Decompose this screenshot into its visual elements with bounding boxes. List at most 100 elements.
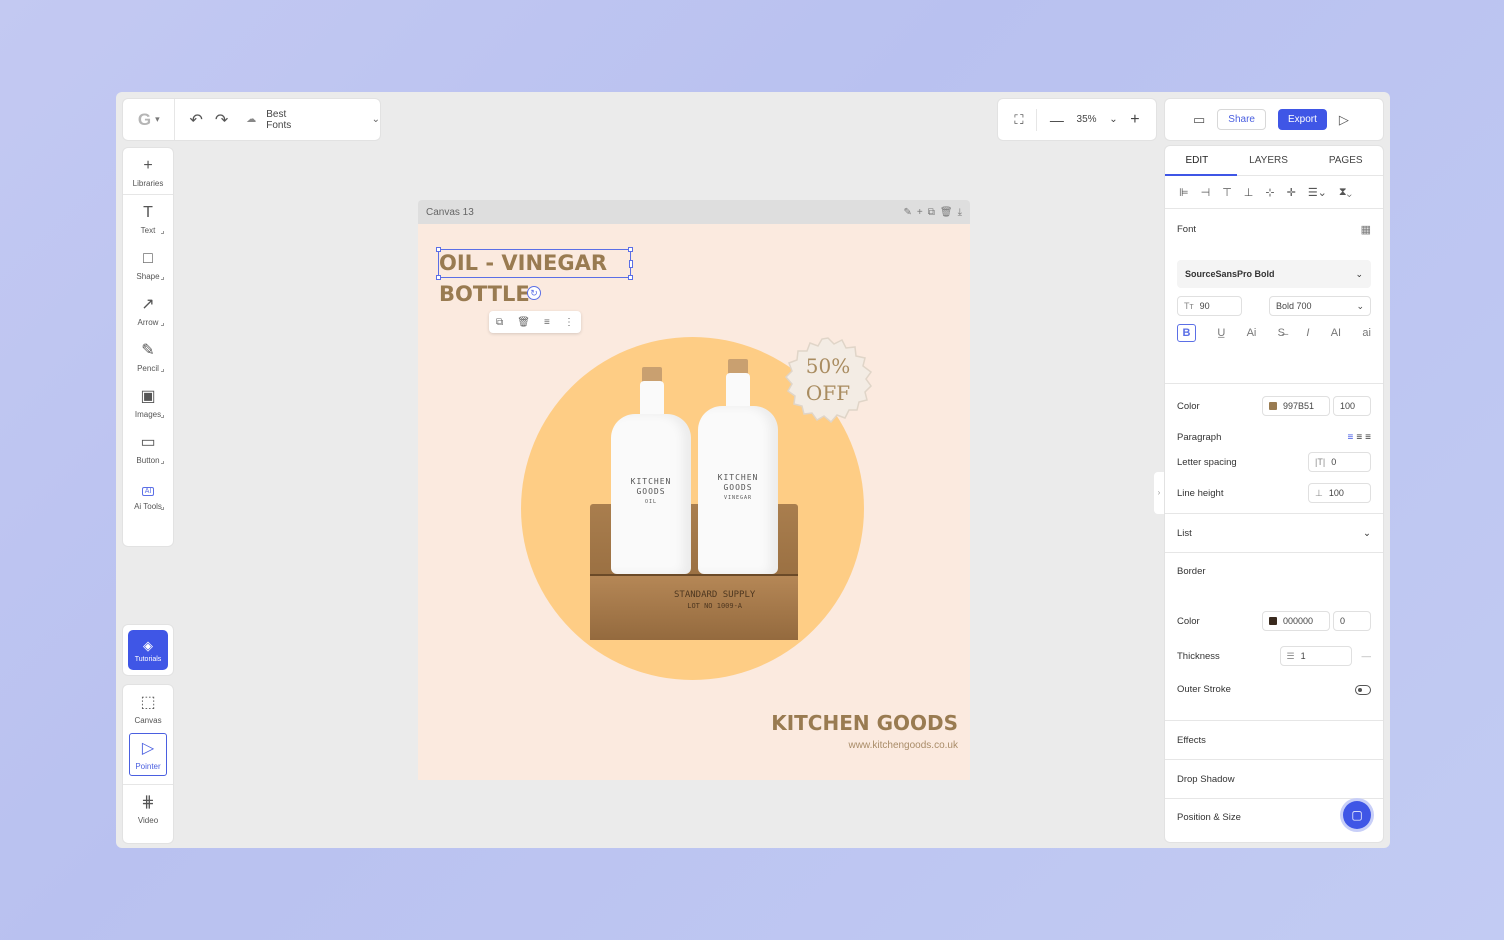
redo-icon[interactable]: ↷ xyxy=(215,110,228,130)
underline-icon[interactable]: U̲ xyxy=(1217,327,1225,339)
lowercase-icon[interactable]: ai xyxy=(1362,327,1371,339)
tool-pointer[interactable]: ▷ Pointer xyxy=(129,733,167,776)
duplicate-icon[interactable]: ⧉ xyxy=(928,207,935,218)
resize-handle[interactable] xyxy=(628,247,633,252)
font-family-select[interactable]: SourceSansPro Bold ⌄ xyxy=(1177,260,1371,288)
discount-badge[interactable]: 50% OFF xyxy=(782,336,874,428)
bold-icon[interactable]: B xyxy=(1177,324,1196,342)
font-weight-select[interactable]: Bold 700 ⌄ xyxy=(1269,296,1371,316)
tab-pages[interactable]: PAGES xyxy=(1329,155,1363,166)
drop-shadow-section[interactable]: Drop Shadow xyxy=(1165,760,1383,799)
tool-button[interactable]: ▭ Button xyxy=(123,425,173,471)
tool-ai[interactable]: AI Ai Tools xyxy=(123,471,173,517)
align-top-icon[interactable]: ⊤ xyxy=(1222,186,1232,199)
play-icon[interactable]: ▷ xyxy=(1339,112,1349,128)
color-opacity-input[interactable]: 100 xyxy=(1333,396,1371,416)
export-button[interactable]: Export xyxy=(1277,109,1327,130)
submenu-indicator xyxy=(161,231,164,234)
tool-text[interactable]: T Text xyxy=(123,195,173,241)
chat-icon[interactable]: ▢ xyxy=(1343,801,1371,829)
thickness-input[interactable]: ☰ 1 xyxy=(1279,646,1352,666)
border-color-swatch[interactable] xyxy=(1269,617,1277,625)
artboard[interactable]: OIL - VINEGAR BOTTLE ↻ 50% OFF STANDARD … xyxy=(418,224,970,780)
chevron-down-icon[interactable]: ⌄ xyxy=(1363,528,1371,539)
selection-box[interactable] xyxy=(436,247,633,280)
tool-libraries[interactable]: + Libraries xyxy=(123,148,173,195)
align-text-left-icon[interactable]: ≡ xyxy=(1347,432,1353,443)
chevron-down-icon[interactable]: ⌄ xyxy=(1109,114,1117,125)
capitalize-icon[interactable]: AI xyxy=(1331,327,1341,339)
tab-layers[interactable]: LAYERS xyxy=(1249,155,1288,166)
effects-section[interactable]: Effects xyxy=(1165,721,1383,760)
align-left-icon[interactable]: ⊫ xyxy=(1179,186,1189,199)
file-selector[interactable]: ☁ Best Fonts ⌄ xyxy=(246,109,380,131)
color-hex-input[interactable]: 997B51 xyxy=(1262,396,1330,416)
chevron-down-icon: ▾ xyxy=(155,114,160,124)
edit-icon[interactable]: ✎ xyxy=(904,207,912,218)
strikethrough-icon[interactable]: S̶ xyxy=(1278,327,1285,339)
collapse-panel-handle[interactable]: › xyxy=(1154,472,1164,514)
border-section: Border Color 000000 0 Thickness ☰ 1 — Ou… xyxy=(1165,553,1383,721)
color-swatch[interactable] xyxy=(1269,402,1277,410)
distribute-icon[interactable]: ☰⌄ xyxy=(1308,186,1327,199)
checker-icon[interactable]: ▦ xyxy=(1361,223,1371,236)
more-icon[interactable]: ⋮ xyxy=(564,317,574,328)
tutorials-button[interactable]: ◈ Tutorials xyxy=(128,630,168,670)
resize-handle[interactable] xyxy=(436,275,441,280)
font-size-input[interactable]: Tт 90 xyxy=(1177,296,1242,316)
comment-icon[interactable]: ▭ xyxy=(1193,112,1205,128)
align-text-center-icon[interactable]: ≡ xyxy=(1356,432,1362,443)
border-color-input[interactable]: 000000 xyxy=(1262,611,1330,631)
app-menu[interactable]: G ▾ xyxy=(123,99,176,140)
effects-label: Effects xyxy=(1177,734,1206,746)
align-icon[interactable]: ≡ xyxy=(544,317,550,328)
border-opacity-input[interactable]: 0 xyxy=(1333,611,1371,631)
align-bottom-icon[interactable]: ⊥ xyxy=(1244,186,1254,199)
resize-handle[interactable] xyxy=(629,260,633,268)
tool-shape[interactable]: □ Shape xyxy=(123,241,173,287)
crate-line-2: LOT NO 1009-A xyxy=(687,602,743,610)
line-height-input[interactable]: ⊥ 100 xyxy=(1308,483,1371,503)
undo-icon[interactable]: ↶ xyxy=(189,110,202,130)
tool-arrow[interactable]: ↗ Arrow xyxy=(123,287,173,333)
submenu-indicator xyxy=(161,507,164,510)
uppercase-icon[interactable]: Ai xyxy=(1247,327,1257,339)
resize-handle[interactable] xyxy=(628,275,633,280)
brand-url[interactable]: www.kitchengoods.co.uk xyxy=(848,740,958,751)
tab-edit[interactable]: EDIT xyxy=(1185,155,1208,166)
brand-text[interactable]: KITCHEN GOODS xyxy=(771,711,958,735)
position-size-section[interactable]: Position & Size ▢ xyxy=(1165,799,1383,838)
cloud-icon: ☁ xyxy=(246,114,257,125)
zoom-in-icon[interactable]: + xyxy=(1130,111,1139,129)
border-color-label: Color xyxy=(1177,615,1200,627)
canvas-header[interactable]: Canvas 13 ✎ + ⧉ 🗑 ⤓ xyxy=(418,200,970,224)
pencil-icon: ✎ xyxy=(141,342,155,359)
add-icon[interactable]: + xyxy=(917,207,923,218)
align-vcenter-icon[interactable]: ⊹ xyxy=(1265,186,1274,199)
copy-icon[interactable]: ⧉ xyxy=(496,317,503,328)
align-text-right-icon[interactable]: ≡ xyxy=(1365,432,1371,443)
italic-icon[interactable]: I xyxy=(1306,327,1309,339)
bottle-brand: KITCHEN GOODS xyxy=(630,477,672,496)
delete-icon[interactable]: 🗑 xyxy=(940,207,953,218)
delete-icon[interactable]: 🗑 xyxy=(517,317,530,328)
tool-pencil[interactable]: ✎ Pencil xyxy=(123,333,173,379)
letter-spacing-icon: |T| xyxy=(1315,457,1326,467)
resize-handle[interactable] xyxy=(436,247,441,252)
align-right-icon[interactable]: ⊣ xyxy=(1201,186,1211,199)
letter-spacing-input[interactable]: |T| 0 xyxy=(1308,452,1371,472)
share-button[interactable]: Share xyxy=(1217,109,1266,130)
zoom-out-icon[interactable]: — xyxy=(1050,112,1064,128)
sort-icon[interactable]: ⧗⌄ xyxy=(1339,186,1352,199)
list-section[interactable]: List ⌄ xyxy=(1165,514,1383,553)
tool-canvas[interactable]: ⬚ Canvas xyxy=(123,685,173,731)
download-icon[interactable]: ⤓ xyxy=(958,207,962,218)
rotate-icon[interactable]: ↻ xyxy=(527,286,541,300)
submenu-indicator xyxy=(161,461,164,464)
outer-stroke-toggle[interactable] xyxy=(1355,684,1371,695)
tool-video[interactable]: ⋕ Video xyxy=(123,784,173,831)
fit-screen-icon[interactable]: ⛶ xyxy=(1014,112,1023,128)
tool-images[interactable]: ▣ Images xyxy=(123,379,173,425)
zoom-level[interactable]: 35% xyxy=(1077,114,1097,125)
align-hcenter-icon[interactable]: ✛ xyxy=(1287,186,1296,199)
